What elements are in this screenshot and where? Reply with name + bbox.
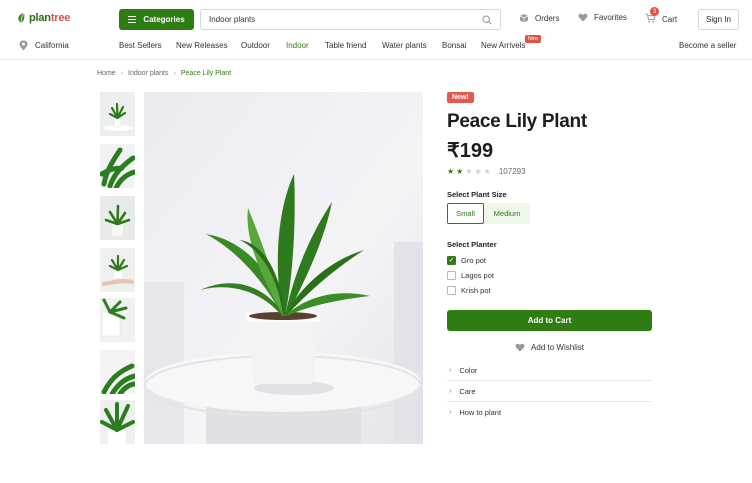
new-badge: New! <box>447 92 474 103</box>
nav-item-new-releases[interactable]: New Releases <box>176 41 228 50</box>
thumbnail-image <box>100 350 135 394</box>
planter-option-label: Gro pot <box>461 256 487 265</box>
thumbnail-image <box>100 298 135 342</box>
rating-count: 107293 <box>498 167 526 176</box>
categories-label: Categories <box>143 15 185 24</box>
chevron-right-icon: › <box>449 409 452 416</box>
planter-option-gro-pot[interactable]: ✓ Gro pot <box>447 256 486 265</box>
accordion-how-to-plant[interactable]: › How to plant <box>447 402 652 423</box>
star-icon: ★ <box>465 166 473 176</box>
wishlist-label: Add to Wishlist <box>531 342 584 352</box>
cart-count-badge: 3 <box>650 7 659 16</box>
star-icon: ★ <box>447 166 455 176</box>
checkbox[interactable] <box>447 271 456 280</box>
planter-option-label: Krish pot <box>461 286 491 295</box>
size-option-medium[interactable]: Medium <box>484 203 530 224</box>
checkmark-icon[interactable]: ✓ <box>447 256 456 265</box>
add-to-wishlist-button[interactable]: Add to Wishlist <box>447 340 652 354</box>
favorites-link[interactable]: Favorites <box>578 13 627 22</box>
cart-link[interactable]: 3 Cart <box>645 7 678 25</box>
breadcrumb-home[interactable]: Home <box>97 70 116 77</box>
thumbnail-5[interactable] <box>100 298 135 342</box>
rating: ★ ★ ★ ★ ★ 107293 <box>447 167 526 176</box>
nav-item-new-arrivals[interactable]: New Arrivels <box>481 41 525 50</box>
planter-option-lagos-pot[interactable]: Lagos pot <box>447 271 494 280</box>
breadcrumb: Home › Indoor plants › Peace Lily Plant <box>97 70 231 77</box>
planter-label: Select Planter <box>447 240 497 249</box>
thumbnail-2[interactable] <box>100 144 135 188</box>
chevron-right-icon: › <box>449 366 452 374</box>
checkbox[interactable] <box>447 286 456 295</box>
thumbnail-6[interactable] <box>100 350 135 394</box>
location-label: California <box>35 41 69 50</box>
peace-lily-image <box>144 92 423 444</box>
categories-button[interactable]: Categories <box>119 9 194 30</box>
logo[interactable]: plantree <box>16 12 70 24</box>
nav-item-best-sellers[interactable]: Best Sellers <box>119 41 162 50</box>
thumbnail-image <box>100 196 135 240</box>
search-input[interactable] <box>209 15 482 24</box>
nav-item-bonsai[interactable]: Bonsai <box>442 41 466 50</box>
orders-label: Orders <box>535 13 560 23</box>
accordion-label: How to plant <box>459 408 502 417</box>
add-to-cart-button[interactable]: Add to Cart <box>447 310 652 331</box>
leaf-logo-icon <box>18 12 25 24</box>
chevron-right-icon: › <box>449 387 452 395</box>
breadcrumb-current: Peace Lily Plant <box>180 70 232 77</box>
planter-option-krish-pot[interactable]: Krish pot <box>447 286 491 295</box>
main-product-image[interactable] <box>144 92 423 444</box>
search-box[interactable] <box>200 9 501 30</box>
breadcrumb-indoor-plants[interactable]: Indoor plants <box>128 70 168 77</box>
planter-option-label: Lagos pot <box>461 271 494 280</box>
search-icon[interactable] <box>482 14 492 25</box>
star-icon: ★ <box>456 166 464 176</box>
favorites-label: Favorites <box>594 13 627 22</box>
thumbnail-image <box>100 248 135 292</box>
thumbnail-image <box>100 92 135 136</box>
accordion-care[interactable]: › Care <box>447 381 652 402</box>
thumbnail-image <box>100 144 135 188</box>
chevron-right-icon: › <box>120 70 124 77</box>
product-price: ₹199 <box>447 140 494 162</box>
location-selector[interactable]: California <box>19 40 69 51</box>
heart-icon <box>578 13 588 22</box>
location-pin-icon <box>19 40 28 51</box>
star-icon: ★ <box>483 166 491 176</box>
chevron-right-icon: › <box>173 70 176 77</box>
category-nav: California Best Sellers New Releases Out… <box>0 35 752 60</box>
nav-item-outdoor[interactable]: Outdoor <box>241 41 270 50</box>
accordion-color[interactable]: › Color <box>447 360 652 381</box>
star-icon: ★ <box>474 166 482 176</box>
become-seller-link[interactable]: Become a seller <box>679 41 736 50</box>
thumbnail-4[interactable] <box>100 248 135 292</box>
nav-item-indoor[interactable]: Indoor <box>286 41 309 50</box>
nav-item-table-friend[interactable]: Table friend <box>325 41 366 50</box>
cart-label: Cart <box>662 14 678 24</box>
nav-item-water-plants[interactable]: Water plants <box>382 41 427 50</box>
size-label: Select Plant Size <box>447 190 507 199</box>
cart-icon-wrap: 3 <box>645 7 659 25</box>
menu-icon <box>128 16 137 23</box>
logo-text: plantree <box>29 12 71 24</box>
box-icon <box>519 14 529 23</box>
new-arrivals-badge: New <box>525 35 542 43</box>
accordion-label: Care <box>459 386 476 396</box>
thumbnail-7[interactable] <box>100 400 135 444</box>
sign-in-button[interactable]: Sign In <box>698 9 739 30</box>
top-bar: plantree Categories Orders Favorites <box>0 0 752 38</box>
accordion-label: Color <box>459 365 478 375</box>
orders-link[interactable]: Orders <box>519 13 559 23</box>
heart-icon <box>515 343 525 351</box>
thumbnail-3[interactable] <box>100 196 135 240</box>
product-title: Peace Lily Plant <box>447 111 587 132</box>
thumbnail-1[interactable] <box>100 92 135 136</box>
size-option-small[interactable]: Small <box>447 203 484 224</box>
thumbnail-image <box>100 400 135 444</box>
